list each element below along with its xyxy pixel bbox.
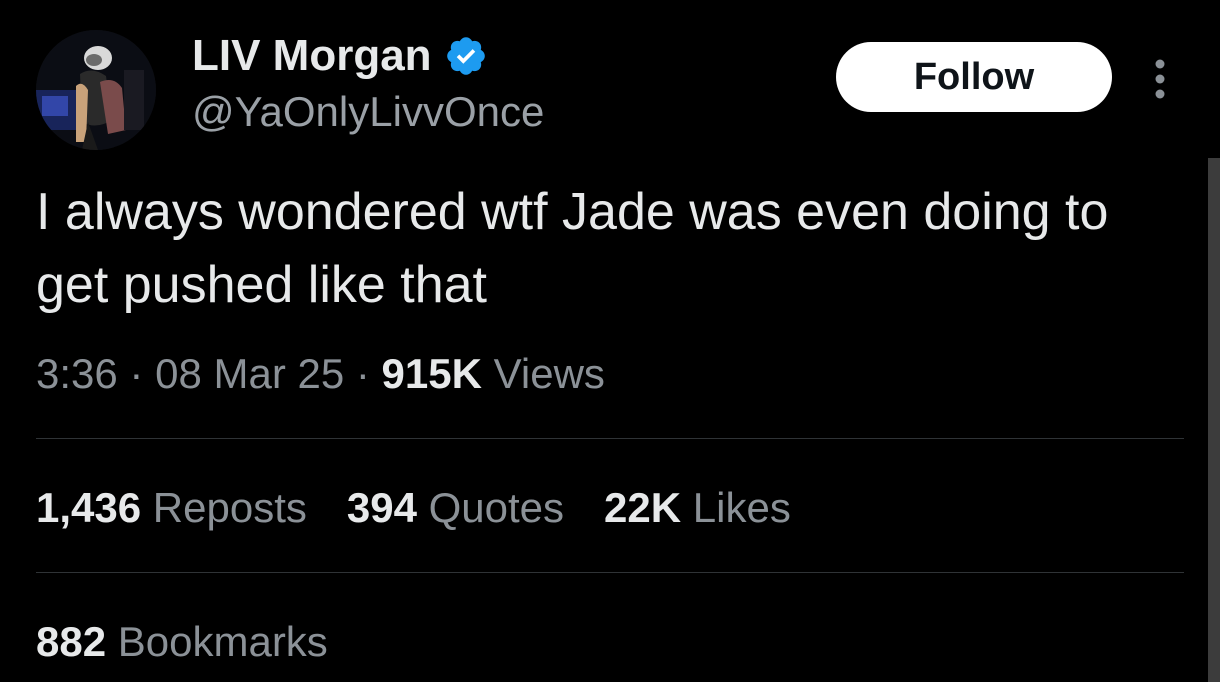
follow-button[interactable]: Follow [836,42,1112,112]
reposts-label: Reposts [152,484,307,531]
likes-count: 22K [604,484,682,531]
likes-label: Likes [692,484,791,531]
bookmarks-count: 882 [36,618,107,665]
quotes-count: 394 [346,484,417,531]
verified-badge-icon [444,34,488,78]
divider [36,572,1184,573]
reposts-count: 1,436 [36,484,142,531]
tweet-time[interactable]: 3:36 [36,350,118,397]
scrollbar[interactable] [1208,158,1220,682]
more-vertical-icon[interactable] [1146,56,1174,102]
divider [36,438,1184,439]
quotes-label: Quotes [428,484,565,531]
reposts-stat[interactable]: 1,436 Reposts [36,482,307,534]
likes-stat[interactable]: 22K Likes [604,482,791,534]
engagement-stats: 1,436 Reposts 394 Quotes 22K Likes [36,482,791,534]
tweet-date[interactable]: 08 Mar 25 [155,350,344,397]
author-display-name[interactable]: LIV Morgan [192,32,432,80]
quotes-stat[interactable]: 394 Quotes [347,482,564,534]
avatar-image [36,30,156,150]
author-handle[interactable]: @YaOnlyLivvOnce [192,88,544,136]
bookmarks-label: Bookmarks [117,618,328,665]
tweet-text: I always wondered wtf Jade was even doin… [36,183,1109,314]
avatar[interactable] [36,30,156,150]
meta-separator: · [355,350,370,397]
author-name-row: LIV Morgan [192,32,488,80]
views-count: 915K [381,350,482,397]
bookmarks-stat[interactable]: 882 Bookmarks [36,616,328,668]
views-label: Views [493,350,605,397]
meta-separator: · [129,350,144,397]
tweet-meta: 3:36 · 08 Mar 25 · 915K Views [36,348,605,400]
